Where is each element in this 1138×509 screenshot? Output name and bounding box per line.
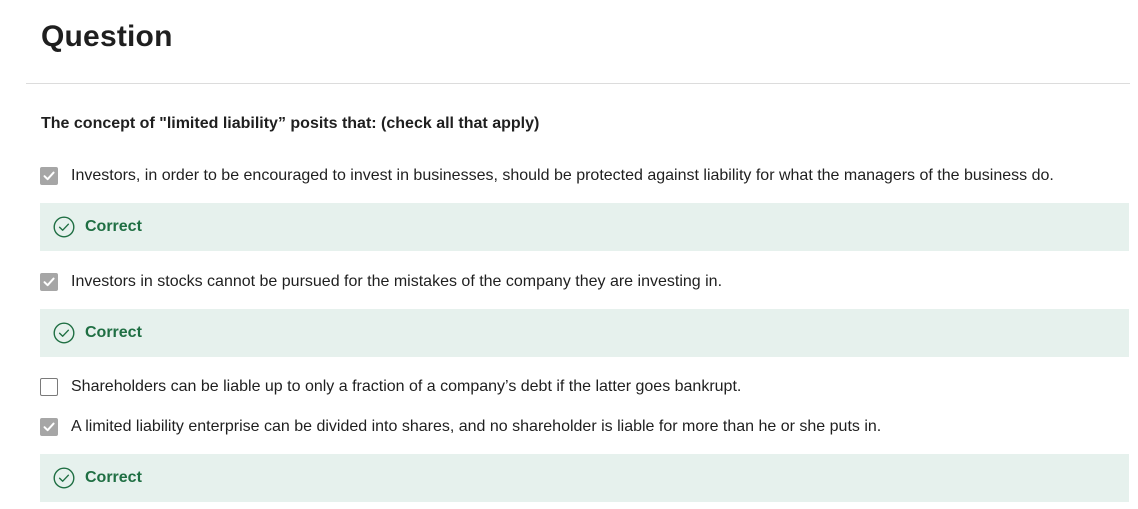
option-2[interactable]: Investors in stocks cannot be pursued fo… [40, 271, 722, 293]
option-4-feedback: Correct [40, 454, 1129, 502]
check-circle-icon [53, 322, 75, 344]
option-1-label: Investors, in order to be encouraged to … [71, 167, 1054, 184]
option-3-checkbox[interactable] [40, 378, 58, 396]
page-title: Question [41, 20, 173, 53]
option-1-checkbox[interactable] [40, 167, 58, 185]
option-4[interactable]: A limited liability enterprise can be di… [40, 416, 881, 438]
checkmark-icon [43, 171, 55, 181]
option-4-label: A limited liability enterprise can be di… [71, 418, 882, 435]
option-2-feedback: Correct [40, 309, 1129, 357]
feedback-label: Correct [85, 469, 142, 486]
option-3[interactable]: Shareholders can be liable up to only a … [40, 376, 741, 398]
feedback-label: Correct [85, 218, 142, 235]
check-circle-icon [53, 216, 75, 238]
feedback-label: Correct [85, 324, 142, 341]
checkmark-icon [43, 422, 55, 432]
header-divider [26, 83, 1130, 84]
check-circle-icon [53, 467, 75, 489]
question-prompt: The concept of "limited liability” posit… [41, 115, 540, 132]
option-2-label: Investors in stocks cannot be pursued fo… [71, 273, 723, 290]
quiz-page: Question The concept of "limited liabili… [0, 0, 1138, 509]
option-1[interactable]: Investors, in order to be encouraged to … [40, 165, 1054, 187]
option-3-label: Shareholders can be liable up to only a … [71, 378, 742, 395]
option-1-feedback: Correct [40, 203, 1129, 251]
option-2-checkbox[interactable] [40, 273, 58, 291]
option-4-checkbox[interactable] [40, 418, 58, 436]
checkmark-icon [43, 277, 55, 287]
